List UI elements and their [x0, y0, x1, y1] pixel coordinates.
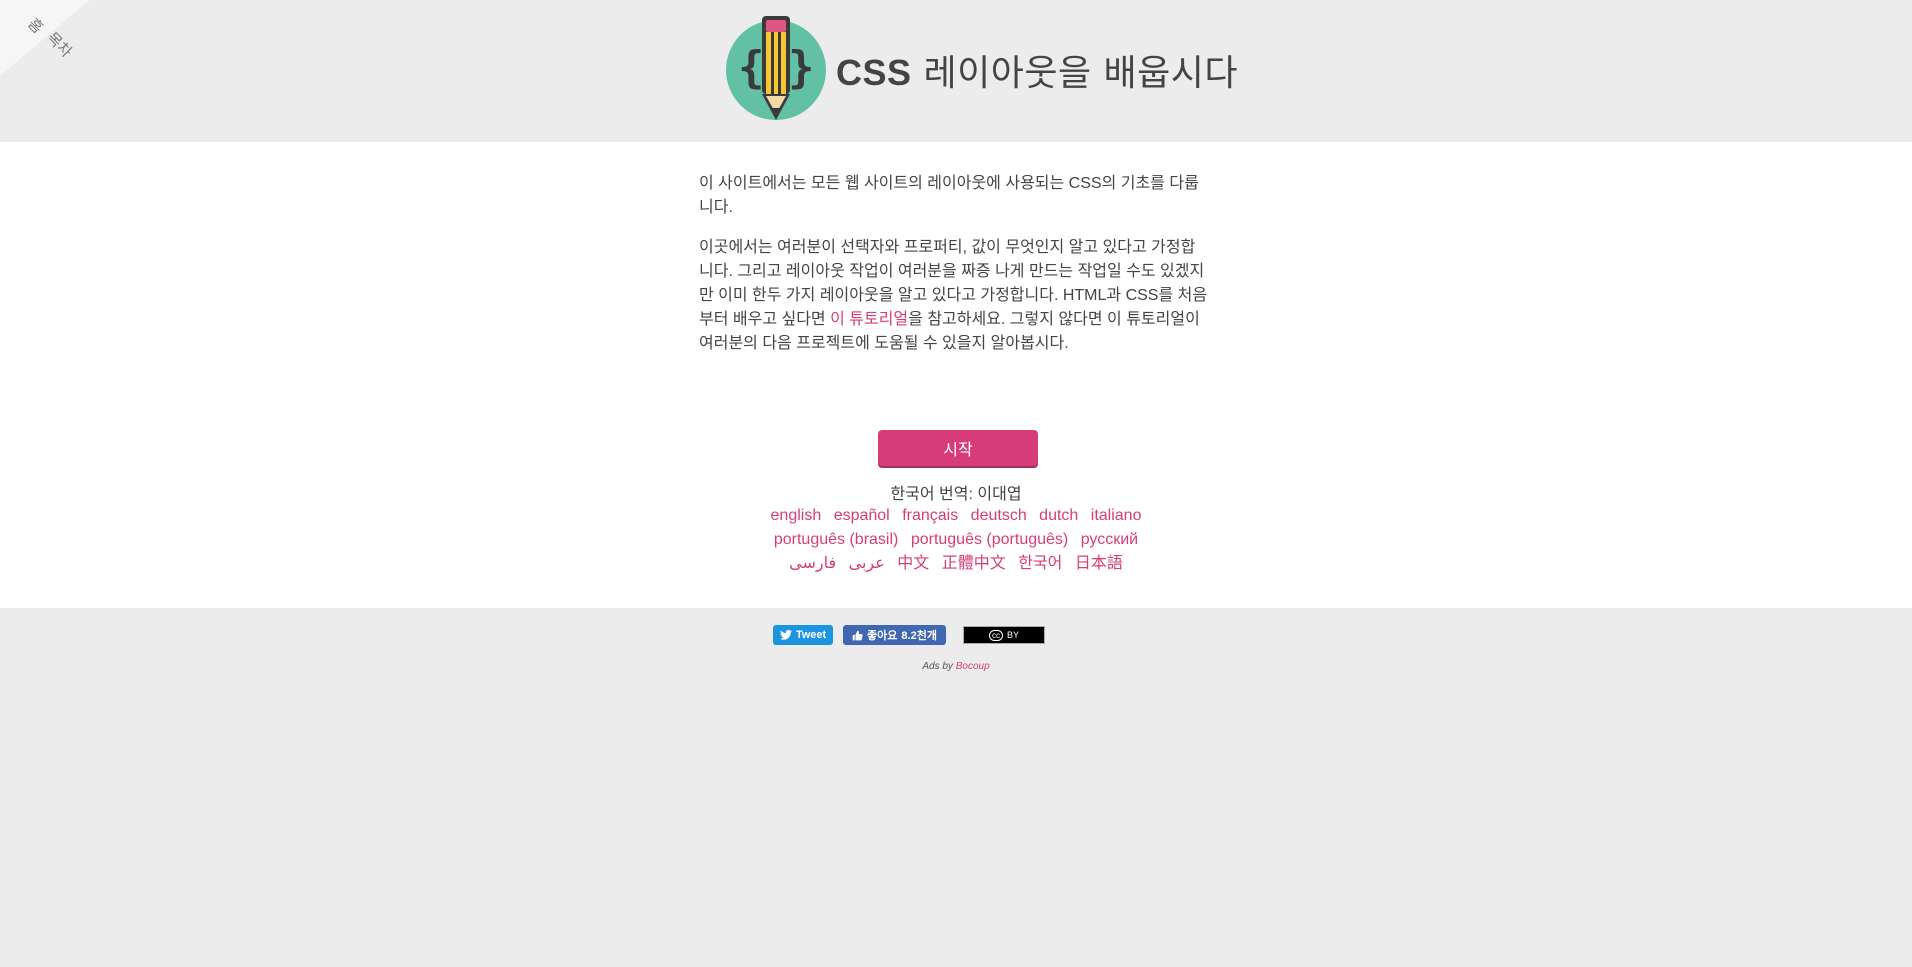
site-title: CSS 레이아웃을 배웁시다: [836, 44, 1238, 96]
tweet-label: Tweet: [795, 629, 827, 641]
lang-link-portuguese-portugal[interactable]: português (português): [911, 531, 1068, 548]
lang-link-portuguese-brazil[interactable]: português (brasil): [774, 531, 899, 548]
site-title-bold: CSS: [836, 52, 912, 93]
site-title-rest: 레이아웃을 배웁시다: [923, 53, 1239, 94]
svg-text:{: {: [738, 42, 765, 93]
social-buttons: Tweet 좋아요 8.2천개 cc BY: [773, 625, 1045, 645]
cc-icon: cc: [988, 629, 1003, 641]
language-list: english español français deutsch dutch i…: [0, 504, 1912, 576]
lang-link-chinese-traditional[interactable]: 正體中文: [942, 555, 1006, 572]
tweet-button[interactable]: Tweet: [773, 625, 833, 645]
cc-label: BY: [1006, 630, 1019, 640]
lang-link-arabic[interactable]: عربى: [849, 555, 885, 572]
like-count: 8.2천개: [901, 630, 937, 642]
thumbs-up-icon: [852, 630, 863, 640]
tutorial-link[interactable]: 이 튜토리얼: [830, 311, 908, 328]
site-logo-link[interactable]: { } CSS 레이아웃을 배웁시다: [724, 14, 1238, 126]
lang-link-chinese-simplified[interactable]: 中文: [897, 555, 929, 572]
facebook-like-button[interactable]: 좋아요 8.2천개: [843, 625, 946, 645]
lang-link-persian[interactable]: فارسی: [789, 555, 836, 572]
lang-link-japanese[interactable]: 日本語: [1075, 555, 1123, 572]
creative-commons-badge[interactable]: cc BY: [963, 626, 1045, 644]
intro-paragraph-1: 이 사이트에서는 모든 웹 사이트의 레이아웃에 사용되는 CSS의 기초를 다…: [699, 175, 1199, 216]
intro-paragraph-2: 이곳에서는 여러분이 선택자와 프로퍼티, 값이 무엇인지 알고 있다고 가정합…: [699, 236, 1209, 356]
ads-credit: Ads by Bocoup: [0, 661, 1912, 672]
svg-text:}: }: [788, 42, 815, 93]
intro-text: 이 사이트에서는 모든 웹 사이트의 레이아웃에 사용되는 CSS의 기초를 다…: [699, 172, 1209, 372]
start-button[interactable]: 시작: [878, 430, 1038, 466]
site-footer: Tweet 좋아요 8.2천개 cc BY Ads by Bocoup: [0, 608, 1912, 967]
lang-link-russian[interactable]: русский: [1081, 531, 1138, 548]
pencil-logo-icon: { }: [726, 16, 826, 120]
lang-link-korean[interactable]: 한국어: [1018, 555, 1062, 572]
lang-link-spanish[interactable]: español: [834, 507, 890, 524]
language-row-1: english español français deutsch dutch i…: [0, 504, 1912, 528]
lang-link-english[interactable]: english: [771, 507, 822, 524]
lang-link-italian[interactable]: italiano: [1091, 507, 1142, 524]
lang-link-dutch[interactable]: dutch: [1039, 507, 1078, 524]
twitter-bird-icon: [779, 630, 792, 640]
lang-link-french[interactable]: français: [902, 507, 958, 524]
like-label: 좋아요: [867, 630, 898, 642]
language-row-3: عربى فارسی 中文 正體中文 한국어 日本語: [0, 552, 1912, 576]
site-header: { } CSS 레이아웃을 배웁시다: [0, 0, 1912, 142]
lang-link-german[interactable]: deutsch: [971, 507, 1027, 524]
ads-prefix: Ads by: [922, 661, 956, 672]
translator-credit: 한국어 번역: 이대엽: [890, 486, 1022, 503]
language-row-2: português (brasil) português (português)…: [0, 528, 1912, 552]
bocoup-link[interactable]: Bocoup: [956, 661, 990, 672]
main-content: 이 사이트에서는 모든 웹 사이트의 레이아웃에 사용되는 CSS의 기초를 다…: [0, 142, 1912, 608]
